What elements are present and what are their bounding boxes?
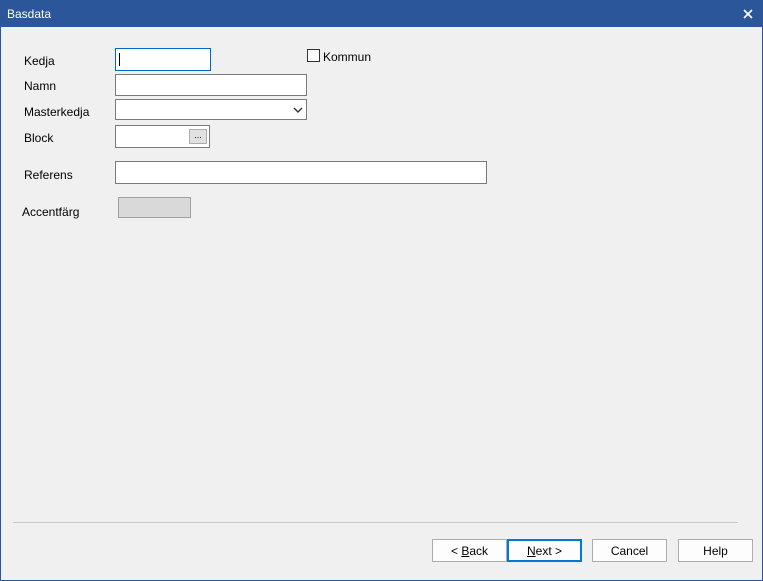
referens-input[interactable] bbox=[115, 161, 487, 184]
footer-separator bbox=[13, 522, 738, 523]
accentfarg-label: Accentfärg bbox=[22, 205, 80, 219]
masterkedja-select[interactable] bbox=[115, 99, 307, 120]
ellipsis-icon: ... bbox=[194, 130, 202, 140]
next-mnemonic: N bbox=[526, 543, 536, 558]
next-button[interactable]: Next > bbox=[507, 539, 582, 562]
accent-color-picker[interactable] bbox=[118, 197, 191, 218]
text-caret bbox=[119, 53, 120, 66]
back-mnemonic: B bbox=[461, 543, 470, 558]
back-prefix: < bbox=[450, 543, 462, 558]
referens-label: Referens bbox=[24, 168, 73, 182]
kedja-input[interactable] bbox=[115, 48, 211, 71]
kommun-label[interactable]: Kommun bbox=[323, 50, 371, 64]
block-label: Block bbox=[24, 131, 54, 145]
cancel-button[interactable]: Cancel bbox=[592, 539, 667, 562]
masterkedja-label: Masterkedja bbox=[24, 105, 90, 119]
window-title: Basdata bbox=[7, 7, 52, 21]
namn-input[interactable] bbox=[115, 74, 307, 96]
help-button[interactable]: Help bbox=[678, 539, 753, 562]
close-icon bbox=[743, 8, 753, 19]
back-button[interactable]: < Back bbox=[432, 539, 507, 562]
next-rest: ext > bbox=[535, 543, 563, 558]
kommun-checkbox[interactable] bbox=[307, 49, 320, 62]
chevron-down-icon bbox=[293, 107, 303, 113]
block-input[interactable]: ... bbox=[115, 125, 210, 148]
kedja-label: Kedja bbox=[24, 54, 55, 68]
block-browse-button[interactable]: ... bbox=[189, 129, 207, 144]
back-rest: ack bbox=[469, 543, 489, 558]
namn-label: Namn bbox=[24, 79, 57, 93]
title-bar: Basdata bbox=[0, 0, 763, 27]
close-button[interactable] bbox=[733, 0, 763, 27]
